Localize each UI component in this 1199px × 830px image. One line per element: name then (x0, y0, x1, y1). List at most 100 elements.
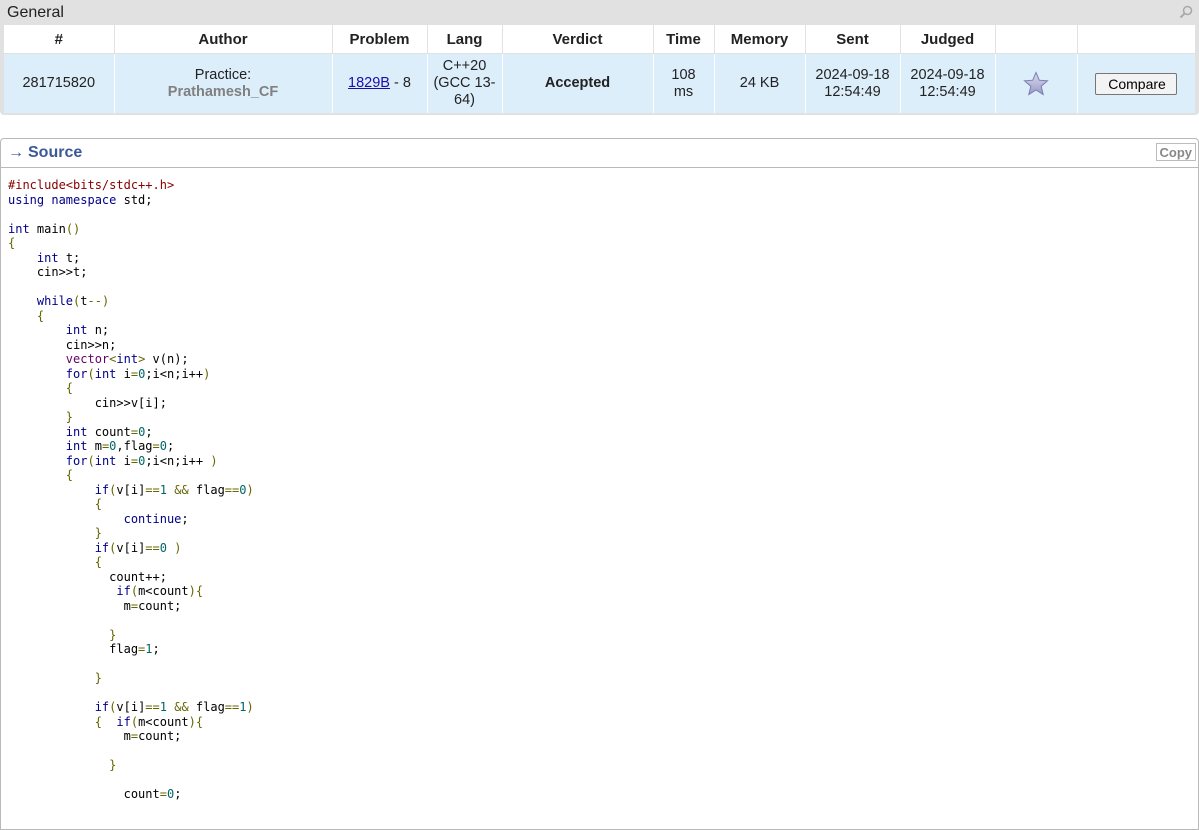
problem-link[interactable]: 1829B (348, 75, 390, 91)
code-token: } (94, 526, 102, 540)
code-line: for(int i=0;i<n;i++) (8, 366, 211, 381)
code-line: cin>>n; (8, 337, 117, 352)
code-token: i (116, 366, 131, 381)
code-token: == (224, 700, 240, 714)
author-prefix: Practice: (194, 66, 252, 83)
code-token: { (8, 236, 16, 250)
code-line: { (8, 468, 73, 482)
code-token: 1 (159, 700, 167, 714)
col-header-time: Time (653, 25, 715, 54)
code-line: if(m<count){ (8, 584, 203, 598)
code-line: continue; (8, 512, 189, 526)
code-token: 1 (145, 642, 153, 656)
code-line: m=count; (8, 729, 182, 743)
code-token: ){ (188, 584, 204, 598)
code-token: int (8, 221, 30, 236)
code-token: int (94, 366, 117, 381)
code-token: count; (138, 598, 182, 613)
code-line: } (8, 671, 102, 685)
compare-button[interactable]: Compare (1095, 72, 1178, 95)
code-token: if (116, 584, 131, 598)
judged-text: 2024-09-18 12:54:49 (910, 66, 985, 100)
code-line: int t; (8, 251, 80, 265)
code-token: = (159, 787, 167, 801)
author-handle-link[interactable]: Prathamesh_CF (115, 84, 332, 101)
code-token: == (145, 700, 160, 714)
submission-author: Practice: Prathamesh_CF (114, 53, 333, 113)
code-line: int n; (8, 323, 109, 337)
code-line: { (8, 497, 102, 511)
code-token: --) (87, 294, 110, 308)
code-token: main (29, 221, 66, 236)
code-token: v[i] (116, 540, 146, 555)
submission-judged: 2024-09-18 12:54:49 (900, 53, 996, 113)
code-token: == (145, 540, 160, 555)
code-token: 0 (159, 540, 167, 555)
code-token: t (80, 294, 88, 308)
col-header-judged: Judged (900, 25, 996, 54)
submission-lang: C++20 (GCC 13-64) (427, 53, 503, 113)
col-header-sent: Sent (805, 25, 901, 54)
copy-button[interactable]: Copy (1155, 143, 1196, 161)
code-token: count; (138, 729, 182, 743)
code-token: int (65, 323, 88, 337)
code-token: cin>>t; (8, 265, 88, 279)
code-line: { (8, 555, 102, 569)
code-token: ( (130, 714, 139, 729)
code-token: flag (8, 642, 139, 656)
col-header-verdict: Verdict (502, 25, 654, 54)
source-code[interactable]: #include<bits/stdc++.h> using namespace … (1, 168, 1198, 812)
code-line: int main() (8, 222, 80, 236)
code-token: t; (58, 250, 81, 265)
code-token: { (65, 381, 74, 395)
code-token: cin>>v[i]; (8, 395, 167, 410)
code-token: { (65, 468, 74, 482)
code-token: ( (130, 584, 139, 598)
code-line: for(int i=0;i<n;i++ ) (8, 454, 218, 468)
code-line: cin>>t; (8, 265, 88, 279)
search-icon[interactable] (1179, 5, 1193, 19)
arrow-right-icon: → (8, 144, 24, 161)
source-title[interactable]: → Source (8, 144, 82, 162)
code-token: { (94, 714, 102, 729)
star-icon[interactable] (1023, 70, 1049, 97)
submission-table: # Author Problem Lang Verdict Time Memor… (4, 25, 1195, 113)
code-token: && (174, 700, 189, 714)
code-token: ) (246, 482, 254, 497)
code-token: ,flag (116, 439, 153, 453)
submission-time: 108 ms (653, 53, 715, 113)
code-token: { (36, 308, 45, 323)
general-title: General (7, 4, 64, 21)
code-token: v[i] (116, 700, 146, 714)
code-token: m<count (138, 714, 189, 729)
code-token: { (94, 497, 102, 511)
code-token: ) (246, 700, 254, 714)
general-panel: General # Author Problem Lang Verdict Ti… (0, 0, 1199, 115)
code-token: = (130, 729, 139, 743)
code-token: = (152, 439, 160, 453)
submission-sent: 2024-09-18 12:54:49 (805, 53, 901, 113)
code-token: int (65, 424, 88, 439)
code-token: ) (174, 540, 182, 555)
code-token: count (87, 424, 131, 439)
code-token: cin>>n; (8, 337, 117, 352)
code-token: = (130, 424, 139, 439)
code-line: int m=0,flag=0; (8, 439, 174, 453)
col-header-author: Author (114, 25, 333, 54)
source-header: → Source Copy (1, 139, 1198, 168)
